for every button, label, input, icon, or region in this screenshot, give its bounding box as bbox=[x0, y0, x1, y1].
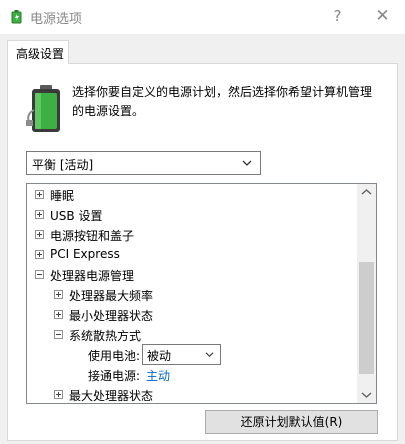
collapse-icon[interactable] bbox=[35, 270, 44, 279]
tab-label: 高级设置 bbox=[16, 47, 65, 61]
expand-icon[interactable] bbox=[35, 210, 44, 219]
collapse-icon[interactable] bbox=[54, 330, 63, 339]
plugged-in-setting: 接通电源: 主动 bbox=[27, 365, 357, 385]
power-plan-value: 平衡 [活动] bbox=[32, 158, 94, 172]
plugged-in-value-link[interactable]: 主动 bbox=[146, 367, 170, 384]
chevron-down-icon bbox=[242, 160, 252, 166]
expand-icon[interactable] bbox=[54, 310, 63, 319]
expand-icon[interactable] bbox=[35, 230, 44, 239]
help-button[interactable]: ? bbox=[315, 0, 360, 34]
power-plan-dropdown[interactable]: 平衡 [活动] bbox=[26, 151, 261, 175]
tree-item-system-cooling-policy[interactable]: 系统散热方式 bbox=[27, 325, 357, 345]
expand-icon[interactable] bbox=[54, 290, 63, 299]
power-options-icon bbox=[11, 10, 22, 24]
cooling-policy-dropdown[interactable]: 被动 bbox=[142, 344, 221, 365]
plugged-in-label: 接通电源: bbox=[88, 369, 141, 383]
tree-item-pci-express[interactable]: PCI Express bbox=[27, 245, 357, 265]
title-bar: 电源选项 ? ✕ bbox=[0, 0, 405, 34]
scroll-up-arrow-icon[interactable] bbox=[357, 184, 376, 201]
expand-icon[interactable] bbox=[54, 390, 63, 399]
tree-scrollbar[interactable] bbox=[357, 184, 376, 403]
tree-item-processor-power-management[interactable]: 处理器电源管理 bbox=[27, 265, 357, 285]
tree-item-max-processor-state[interactable]: 最大处理器状态 bbox=[27, 385, 357, 403]
expand-icon[interactable] bbox=[35, 250, 44, 259]
on-battery-label: 使用电池: bbox=[88, 349, 141, 363]
close-button[interactable]: ✕ bbox=[360, 0, 405, 34]
on-battery-setting: 使用电池: 被动 bbox=[27, 344, 357, 365]
tab-advanced-settings[interactable]: 高级设置 bbox=[7, 40, 69, 64]
chevron-down-icon bbox=[205, 352, 214, 358]
tree-item-usb-settings[interactable]: USB 设置 bbox=[27, 205, 357, 225]
description-text: 选择你要自定义的电源计划，然后选择你希望计算机管理的电源设置。 bbox=[72, 85, 373, 118]
settings-tree[interactable]: 睡眠 USB 设置 电源按钮和盖子 PCI Express 处理器电源管理 处理… bbox=[26, 183, 377, 404]
tree-item-sleep[interactable]: 睡眠 bbox=[27, 185, 357, 205]
battery-icon bbox=[26, 85, 60, 132]
scrollbar-thumb[interactable] bbox=[359, 262, 374, 374]
expand-icon[interactable] bbox=[35, 190, 44, 199]
tree-item-min-processor-state[interactable]: 最小处理器状态 bbox=[27, 305, 357, 325]
tree-item-power-buttons-lid[interactable]: 电源按钮和盖子 bbox=[27, 225, 357, 245]
window-title: 电源选项 bbox=[30, 12, 83, 27]
scroll-down-arrow-icon[interactable] bbox=[357, 386, 376, 403]
cooling-policy-value: 被动 bbox=[147, 349, 172, 363]
tree-item-max-processor-frequency[interactable]: 处理器最大频率 bbox=[27, 285, 357, 305]
restore-defaults-button[interactable]: 还原计划默认值(R) bbox=[205, 410, 378, 434]
